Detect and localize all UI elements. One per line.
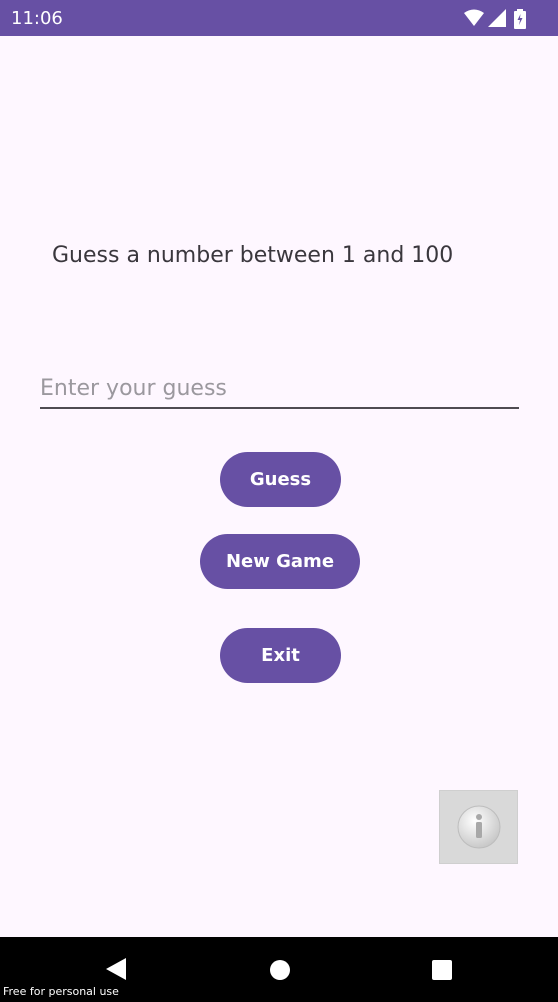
guess-input[interactable] <box>40 370 519 406</box>
game-prompt: Guess a number between 1 and 100 <box>52 243 454 268</box>
back-icon[interactable] <box>106 958 126 980</box>
status-bar: 11:06 <box>0 0 558 36</box>
status-time: 11:06 <box>11 8 63 29</box>
guess-button[interactable]: Guess <box>220 452 341 507</box>
wifi-icon <box>464 9 484 26</box>
info-icon <box>457 805 500 849</box>
info-widget[interactable] <box>439 790 518 864</box>
battery-icon <box>514 9 526 29</box>
recent-apps-icon[interactable] <box>432 960 452 980</box>
guess-field <box>40 370 519 409</box>
app-screen: 11:06 Guess a number between 1 and 100 G… <box>0 0 558 1002</box>
home-icon[interactable] <box>270 960 290 980</box>
exit-button[interactable]: Exit <box>220 628 341 683</box>
watermark: Free for personal use <box>3 985 119 998</box>
new-game-button[interactable]: New Game <box>200 534 360 589</box>
cellular-signal-icon <box>488 9 506 27</box>
